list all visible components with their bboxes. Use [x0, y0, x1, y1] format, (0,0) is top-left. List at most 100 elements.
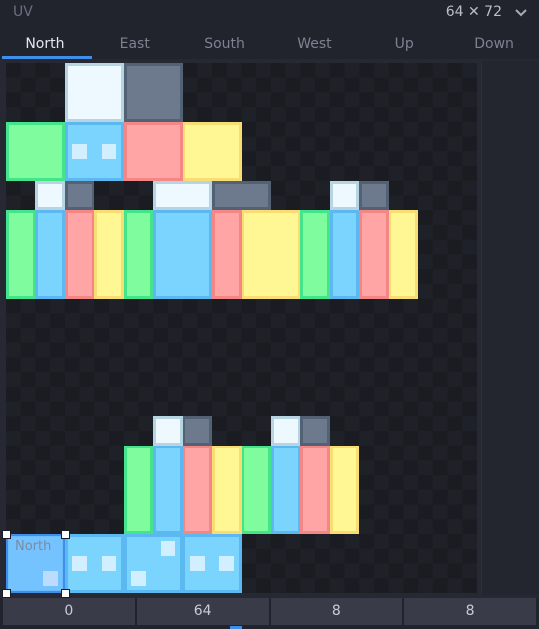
uv-face-body-west[interactable]: [212, 210, 242, 299]
tab-down[interactable]: Down: [449, 30, 539, 59]
uv-face-fill: [38, 183, 63, 208]
uv-face-fill: [362, 212, 386, 296]
uv-face-fill: [273, 448, 298, 532]
uv-face-fill: [244, 212, 298, 296]
uv-panel-header: UV 64 ✕ 72: [0, 0, 539, 28]
uv-face-fill: [155, 419, 180, 443]
uv-face-left-leg-down[interactable]: [182, 416, 213, 446]
panel-title: UV: [13, 4, 33, 20]
uv-face-left-leg-south[interactable]: [212, 445, 242, 534]
tab-north[interactable]: North: [0, 30, 92, 59]
uv-face-arm-north[interactable]: [329, 210, 360, 299]
uv-height-field[interactable]: 8: [404, 598, 536, 625]
uv-face-leg-up[interactable]: [35, 180, 65, 211]
uv-face-fill: [273, 419, 298, 443]
uv-face-head-west[interactable]: [123, 121, 183, 181]
uv-face-fill: [8, 212, 33, 296]
face-pixel-dot: [219, 556, 235, 571]
resize-handle-top-left[interactable]: [2, 530, 11, 539]
uv-face-leg-south[interactable]: [94, 210, 124, 299]
uv-face-head-up[interactable]: [64, 63, 124, 122]
face-pixel-dot: [189, 556, 205, 571]
uv-face-left-leg-west[interactable]: [182, 445, 213, 534]
uv-face-fill: [303, 419, 327, 443]
uv-face-head-south[interactable]: [182, 121, 242, 181]
texture-size-label: 64 ✕ 72: [445, 4, 502, 20]
uv-face-fill: [126, 448, 151, 532]
tab-west[interactable]: West: [269, 30, 359, 59]
uv-face-body-south[interactable]: [241, 210, 301, 299]
uv-texture-canvas[interactable]: North: [2, 63, 477, 598]
resize-handle-top-right[interactable]: [60, 530, 70, 539]
chevron-down-icon[interactable]: [513, 4, 529, 20]
resize-handle-bottom-right[interactable]: [60, 588, 70, 598]
uv-face-fill: [185, 419, 210, 443]
uv-coordinate-fields: 0 64 8 8: [0, 598, 539, 629]
uv-face-fill: [126, 65, 180, 120]
uv-face-face-tile-2[interactable]: [123, 534, 183, 593]
uv-face-left-arm-south[interactable]: [329, 445, 360, 534]
uv-face-body-up[interactable]: [153, 180, 213, 211]
vertical-scrollbar[interactable]: [481, 61, 539, 595]
uv-face-fill: [8, 124, 63, 178]
uv-face-fill: [97, 212, 121, 296]
uv-face-fill: [67, 183, 92, 208]
uv-face-fill: [67, 65, 121, 120]
uv-face-left-arm-up[interactable]: [270, 416, 301, 446]
uv-face-left-arm-east[interactable]: [241, 445, 271, 534]
uv-face-left-arm-down[interactable]: [300, 416, 330, 446]
uv-face-fill: [332, 448, 357, 532]
face-pixel-dot: [72, 143, 87, 159]
uv-face-fill: [244, 448, 269, 532]
face-pixel-dot: [101, 556, 117, 571]
uv-face-face-tile-3[interactable]: [182, 534, 242, 593]
face-pixel-dot: [131, 570, 146, 586]
uv-face-fill: [155, 212, 210, 296]
uv-y-field[interactable]: 64: [136, 598, 269, 625]
uv-face-arm-down[interactable]: [359, 180, 389, 211]
uv-face-fill: [126, 124, 180, 178]
uv-width-field[interactable]: 8: [270, 598, 403, 625]
selected-face-dot: [42, 570, 58, 586]
uv-face-fill: [214, 448, 239, 532]
uv-face-body-down[interactable]: [212, 180, 271, 211]
uv-face-leg-east[interactable]: [6, 210, 36, 299]
face-pixel-dot: [72, 556, 87, 571]
uv-face-body-east[interactable]: [123, 210, 154, 299]
uv-face-leg-down[interactable]: [64, 180, 95, 211]
uv-face-left-leg-north[interactable]: [153, 445, 183, 534]
uv-x-field[interactable]: 0: [3, 598, 135, 625]
tab-up[interactable]: Up: [359, 30, 449, 59]
uv-face-body-north[interactable]: [153, 210, 213, 299]
uv-face-fill: [303, 212, 327, 296]
uv-face-head-east[interactable]: [6, 121, 65, 181]
uv-face-fill: [67, 212, 92, 296]
tab-east[interactable]: East: [90, 30, 180, 59]
uv-face-fill: [332, 183, 357, 208]
uv-face-head-down[interactable]: [123, 63, 183, 122]
selected-face-north[interactable]: North: [6, 534, 65, 593]
uv-face-arm-up[interactable]: [329, 180, 360, 211]
uv-face-left-arm-north[interactable]: [270, 445, 301, 534]
uv-face-left-leg-east[interactable]: [123, 445, 154, 534]
uv-face-fill: [185, 448, 210, 532]
selected-face-label: North: [15, 539, 52, 554]
uv-face-fill: [303, 448, 327, 532]
uv-face-left-leg-up[interactable]: [153, 416, 183, 446]
uv-face-left-arm-west[interactable]: [300, 445, 330, 534]
uv-face-arm-south[interactable]: [388, 210, 419, 299]
uv-face-head-north[interactable]: [64, 121, 124, 181]
uv-face-fill: [126, 212, 151, 296]
face-pixel-dot: [160, 541, 176, 557]
uv-face-fill: [214, 183, 269, 208]
face-pixel-dot: [101, 143, 117, 159]
resize-handle-bottom-left[interactable]: [2, 588, 11, 598]
uv-face-fill: [362, 183, 386, 208]
uv-face-fill: [38, 212, 63, 296]
uv-face-leg-north[interactable]: [35, 210, 65, 299]
uv-face-leg-west[interactable]: [64, 210, 95, 299]
uv-face-face-tile-1[interactable]: [64, 534, 124, 593]
uv-face-arm-west[interactable]: [359, 210, 389, 299]
uv-face-arm-east[interactable]: [300, 210, 330, 299]
tab-south[interactable]: South: [180, 30, 270, 59]
